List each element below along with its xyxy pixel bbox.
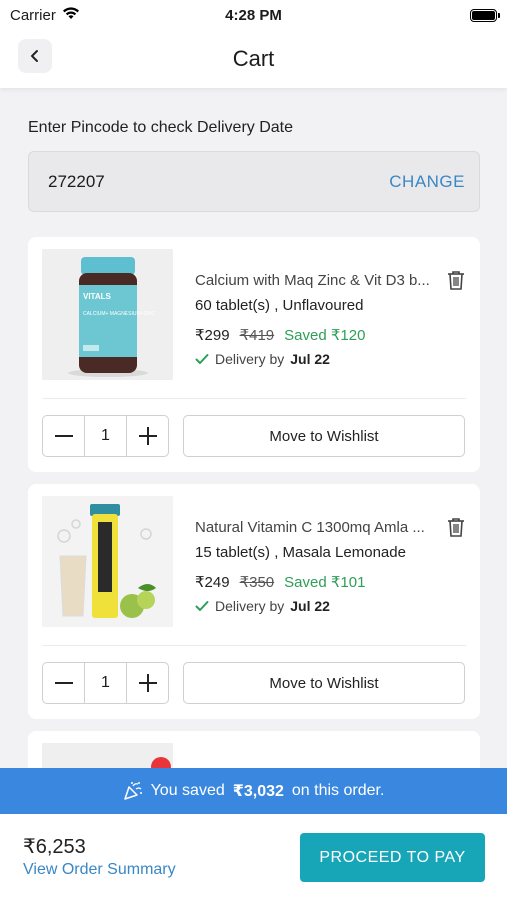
pincode-value: 272207 [48, 171, 105, 191]
status-left: Carrier [10, 6, 80, 24]
party-popper-icon [123, 782, 142, 800]
trash-icon [448, 271, 464, 290]
back-button[interactable] [18, 39, 52, 73]
increase-quantity-button[interactable] [126, 663, 168, 703]
minus-icon [54, 435, 73, 437]
carrier-label: Carrier [10, 6, 56, 24]
divider [42, 645, 466, 646]
order-total: ₹6,253 [23, 836, 86, 858]
decrease-quantity-button[interactable] [43, 663, 85, 703]
delivery-info: Delivery by Jul 22 [195, 598, 330, 614]
saved-amount: Saved ₹101 [284, 574, 366, 591]
change-pincode-button[interactable]: CHANGE [389, 172, 465, 192]
product-name[interactable]: Natural Vitamin C 1300mq Amla ... [195, 519, 445, 536]
view-order-summary-link[interactable]: View Order Summary [23, 861, 176, 879]
delivery-label: Delivery by [215, 351, 285, 367]
pincode-label: Enter Pincode to check Delivery Date [28, 119, 294, 136]
trash-icon [448, 518, 464, 537]
minus-icon [54, 682, 73, 684]
check-icon [195, 354, 209, 364]
delivery-date: Jul 22 [290, 598, 330, 614]
savings-suffix: on this order. [291, 782, 385, 799]
delete-item-button[interactable] [444, 268, 468, 292]
delivery-date: Jul 22 [290, 351, 330, 367]
divider [42, 398, 466, 399]
pincode-field[interactable]: 272207 CHANGE [28, 151, 480, 212]
proceed-to-pay-button[interactable]: PROCEED TO PAY [300, 833, 485, 882]
battery-icon [470, 8, 500, 22]
plus-icon [138, 427, 157, 445]
nav-header: Cart [0, 30, 507, 88]
checkout-footer: ₹6,253 View Order Summary PROCEED TO PAY [0, 814, 507, 900]
decrease-quantity-button[interactable] [43, 416, 85, 456]
thumb-product-text: CALCIUM+ MAGNESIUM+ZINC [83, 311, 156, 317]
savings-prefix: You saved [150, 782, 225, 799]
cart-item: VITALS CALCIUM+ MAGNESIUM+ZINC Calcium w… [28, 237, 480, 472]
quantity-value: 1 [101, 674, 110, 691]
quantity-value: 1 [101, 427, 110, 444]
quantity-stepper: 1 [42, 415, 169, 457]
product-variant: 15 tablet(s) , Masala Lemonade [195, 544, 406, 561]
chevron-left-icon [31, 50, 38, 62]
wifi-icon [62, 6, 80, 24]
product-image [42, 496, 173, 627]
mrp: ₹419 [239, 327, 275, 344]
page-title: Cart [232, 46, 275, 71]
savings-banner: You saved ₹3,032 on this order. [0, 768, 507, 814]
increase-quantity-button[interactable] [126, 416, 168, 456]
saved-amount: Saved ₹120 [284, 327, 366, 344]
delivery-label: Delivery by [215, 598, 285, 614]
delivery-info: Delivery by Jul 22 [195, 351, 330, 367]
price-row: ₹249 ₹350 Saved ₹101 [195, 573, 365, 591]
savings-amount: ₹3,032 [232, 783, 284, 800]
check-icon [195, 601, 209, 611]
product-name[interactable]: Calcium with Maq Zinc & Vit D3 b... [195, 272, 445, 289]
thumb-brand-text: VITALS [83, 292, 112, 301]
product-image: VITALS CALCIUM+ MAGNESIUM+ZINC [42, 249, 173, 380]
status-bar: Carrier 4:28 PM [0, 0, 507, 30]
product-variant: 60 tablet(s) , Unflavoured [195, 297, 364, 314]
delete-item-button[interactable] [444, 515, 468, 539]
price: ₹299 [195, 327, 230, 344]
move-to-wishlist-button[interactable]: Move to Wishlist [183, 415, 465, 457]
cart-item: Natural Vitamin C 1300mq Amla ... 15 tab… [28, 484, 480, 719]
move-to-wishlist-button[interactable]: Move to Wishlist [183, 662, 465, 704]
plus-icon [138, 674, 157, 692]
price-row: ₹299 ₹419 Saved ₹120 [195, 326, 365, 344]
mrp: ₹350 [239, 574, 275, 591]
quantity-stepper: 1 [42, 662, 169, 704]
price: ₹249 [195, 574, 230, 591]
